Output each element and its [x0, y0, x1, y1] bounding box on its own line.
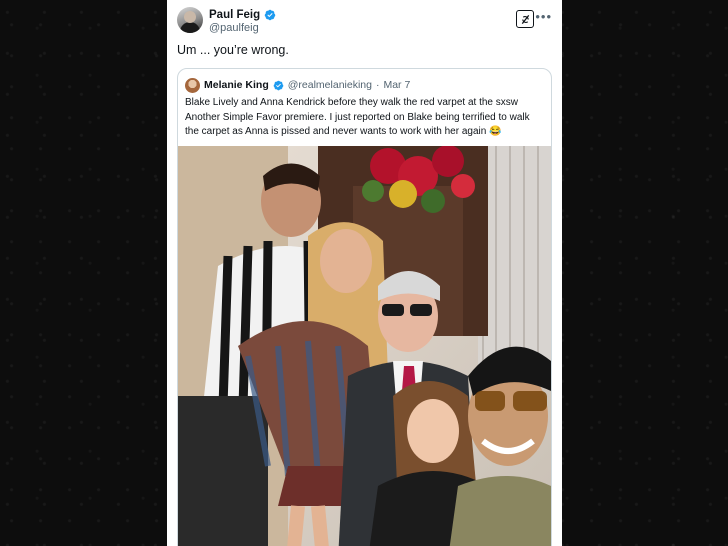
grok-button[interactable]: [516, 10, 534, 28]
quoted-author-avatar: [185, 77, 200, 93]
author-avatar[interactable]: [177, 7, 203, 33]
tweet-text: Um ... you’re wrong.: [177, 43, 289, 57]
photo-illustration: [178, 146, 551, 546]
quoted-author-name: Melanie King: [204, 79, 269, 91]
group-selfie-photo[interactable]: [178, 146, 551, 546]
more-icon[interactable]: •••: [535, 9, 552, 24]
quoted-date: Mar 7: [383, 79, 411, 91]
meta-separator: ·: [375, 79, 380, 91]
author-name-row: Paul Feig: [209, 9, 276, 21]
quoted-author-handle: @realmelanieking: [287, 79, 372, 91]
author-handle[interactable]: @paulfeig: [209, 22, 259, 34]
author-display-name[interactable]: Paul Feig: [209, 9, 260, 21]
tweet-card[interactable]: Paul Feig @paulfeig ••• Um ... you’re wr…: [167, 0, 562, 546]
quoted-text: Blake Lively and Anna Kendrick before th…: [185, 97, 530, 137]
verified-badge-icon: [273, 80, 284, 90]
quoted-header: Melanie King @realmelanieking · Mar 7: [185, 77, 544, 93]
tweet-header: Paul Feig @paulfeig •••: [177, 7, 552, 37]
verified-badge-icon: [264, 9, 276, 21]
quoted-tweet[interactable]: Melanie King @realmelanieking · Mar 7 Bl…: [177, 68, 552, 546]
grok-icon: [521, 14, 529, 24]
